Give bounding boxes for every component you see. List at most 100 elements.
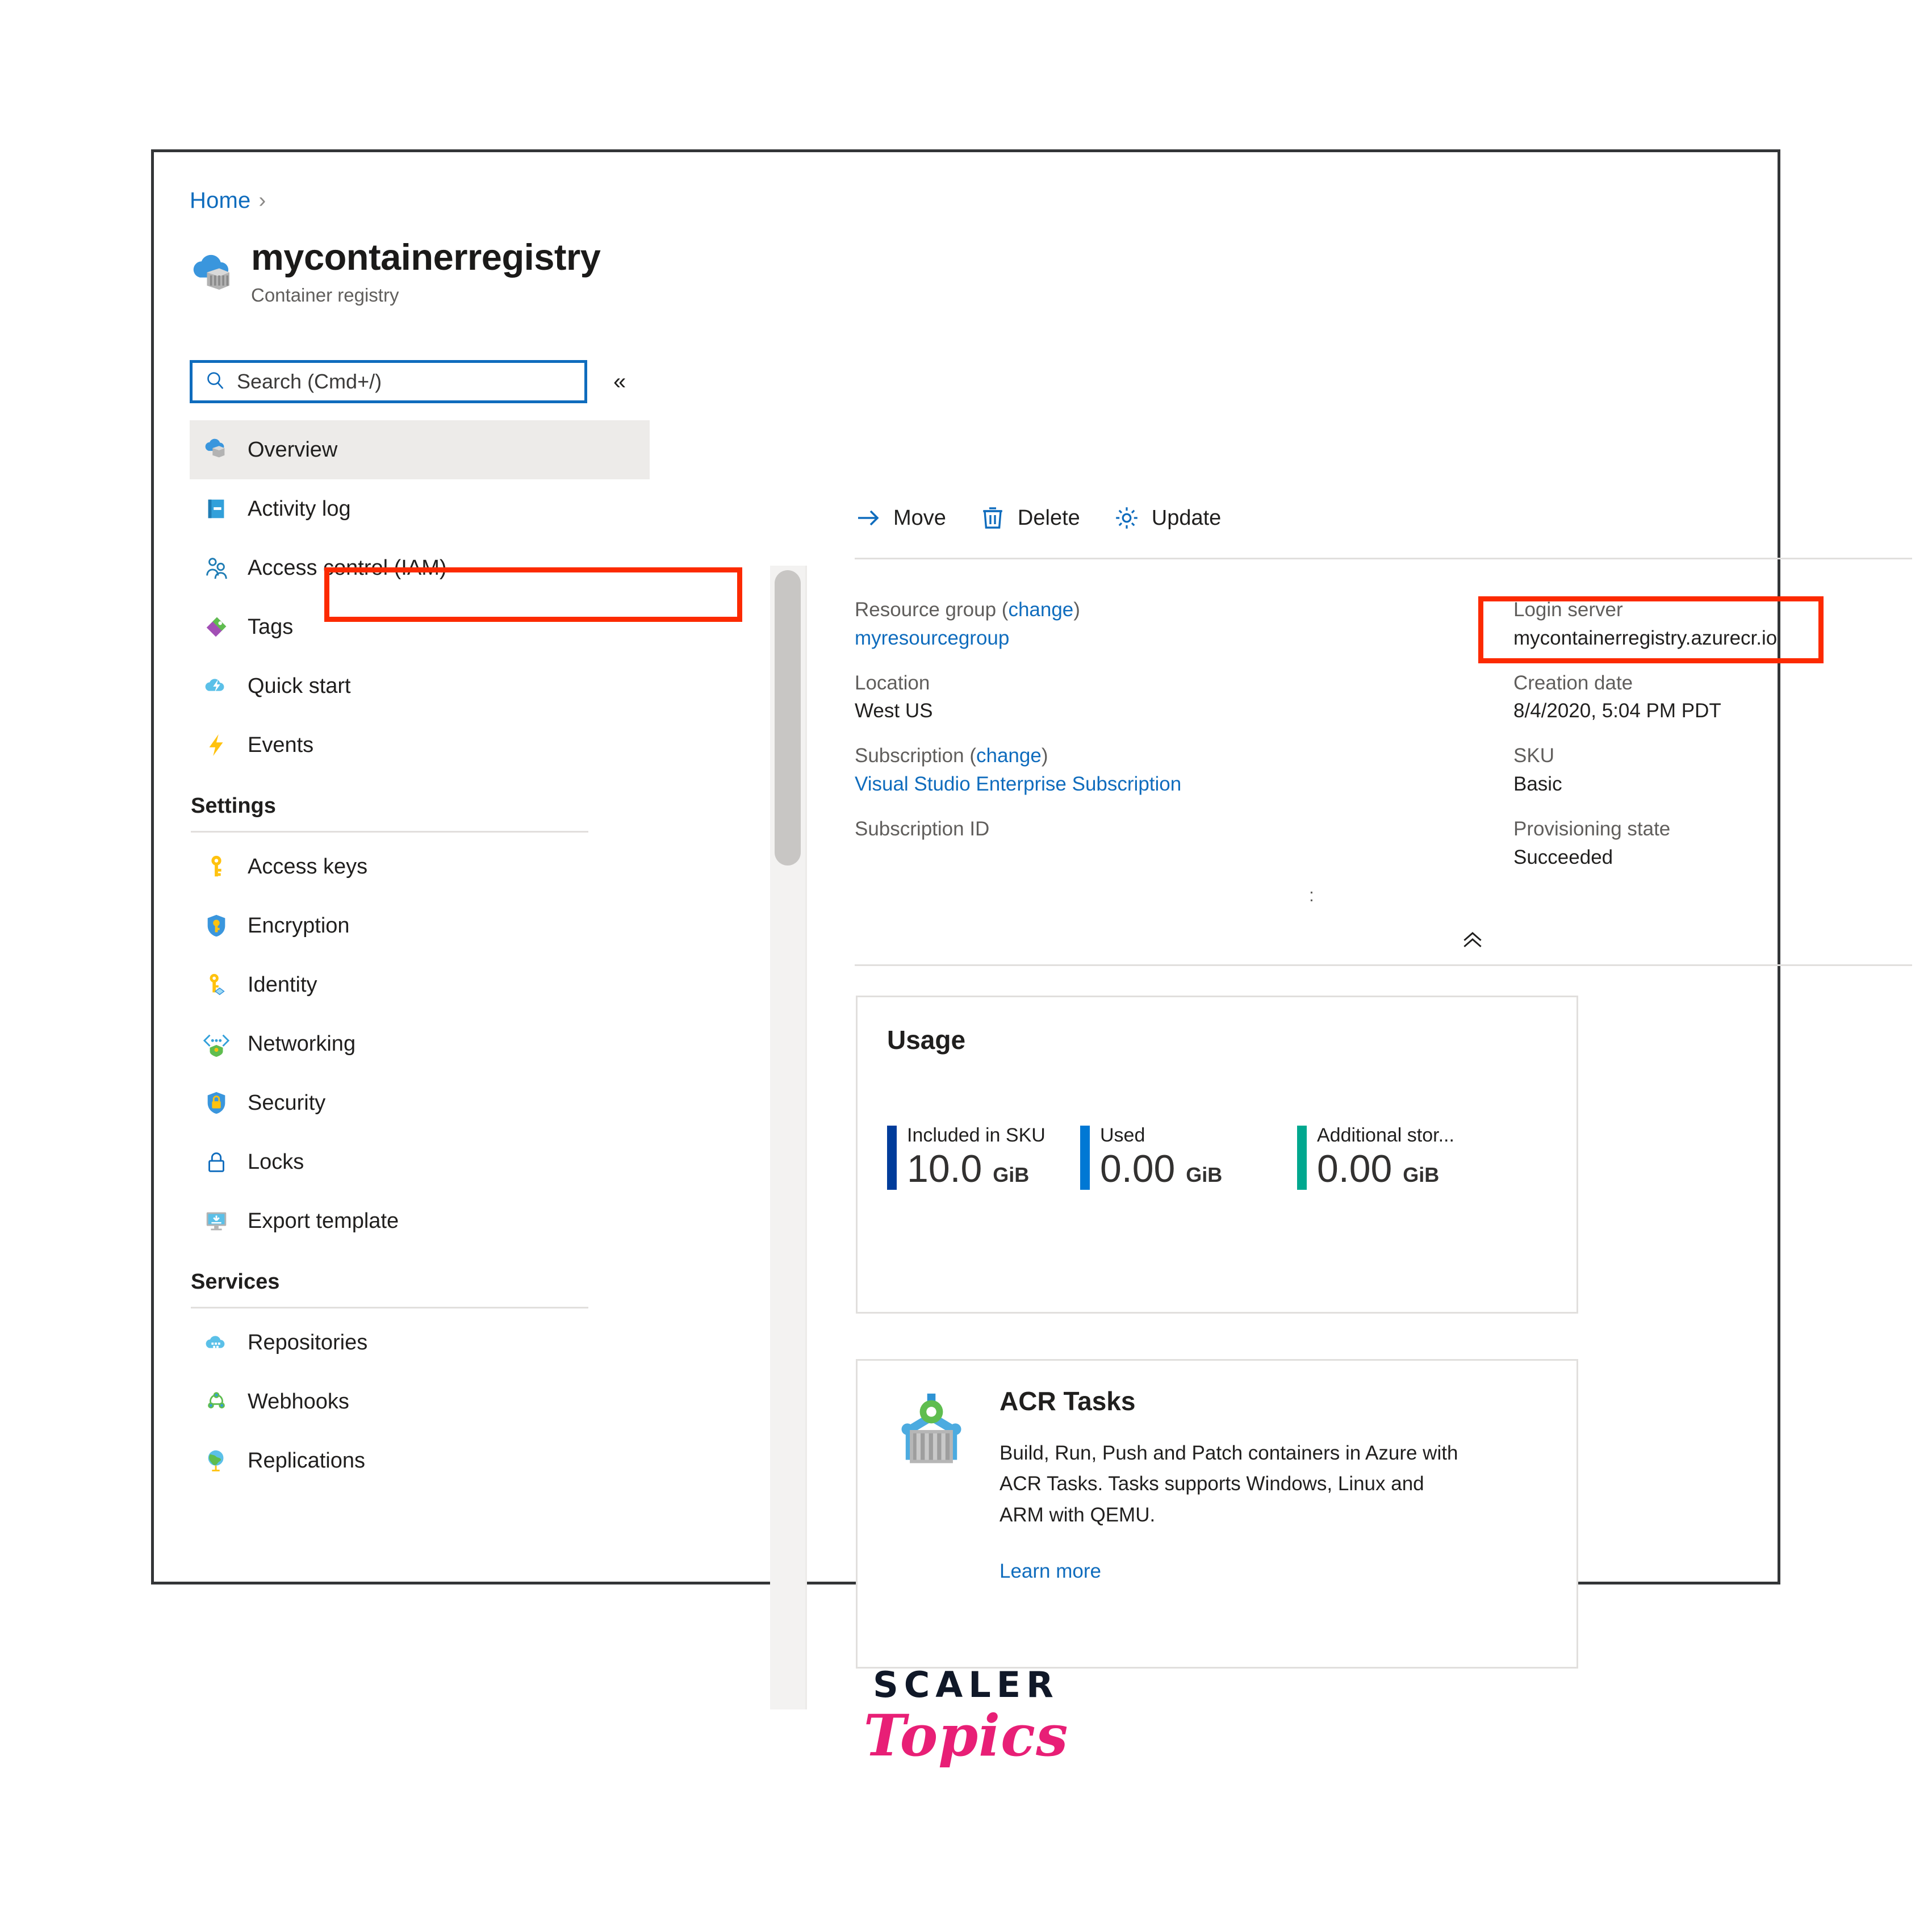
essentials-collapse-button[interactable] <box>1460 929 1485 954</box>
property-label: Resource group (change) <box>855 599 1080 621</box>
sidebar-item-label: Replications <box>248 1448 365 1473</box>
sidebar-item-tags[interactable]: Tags <box>190 597 650 657</box>
metric-unit: GiB <box>1186 1163 1223 1186</box>
screenshot-frame: Home › mycontainerregistry Container reg… <box>151 149 1912 1709</box>
sidebar-item-webhooks[interactable]: Webhooks <box>190 1372 650 1431</box>
activity-log-icon <box>203 496 229 522</box>
metric-label: Additional stor... <box>1317 1124 1454 1146</box>
property-sku: SKU Basic <box>1513 743 1911 797</box>
gear-icon <box>1113 504 1140 532</box>
sidebar-item-quick-start[interactable]: Quick start <box>190 657 650 716</box>
sidebar-item-label: Encryption <box>248 913 350 938</box>
location-value: West US <box>855 700 933 722</box>
metric-color-bar <box>1297 1126 1307 1190</box>
container-registry-icon <box>190 251 239 300</box>
sidebar-item-access-control[interactable]: Access control (IAM) <box>190 538 650 597</box>
search-placeholder: Search (Cmd+/) <box>237 370 382 393</box>
subscription-value-link[interactable]: Visual Studio Enterprise Subscription <box>855 772 1513 797</box>
acr-tasks-card: ACR Tasks Build, Run, Push and Patch con… <box>856 1359 1578 1669</box>
property-subscription-id: Subscription ID <box>855 817 1513 870</box>
property-label: Provisioning state <box>1513 817 1671 840</box>
page-subtitle: Container registry <box>251 285 399 306</box>
sidebar-item-label: Security <box>248 1090 326 1115</box>
sidebar-item-replications[interactable]: Replications <box>190 1431 650 1490</box>
sidebar-item-label: Networking <box>248 1031 356 1056</box>
sidebar-item-label: Access keys <box>248 854 368 879</box>
sidebar-group-divider <box>191 1307 588 1308</box>
collapse-sidebar-button[interactable]: « <box>613 370 626 393</box>
access-control-icon <box>203 555 229 581</box>
property-subscription: Subscription (change) Visual Studio Ente… <box>855 743 1513 797</box>
property-creation-date: Creation date 8/4/2020, 5:04 PM PDT <box>1513 671 1911 725</box>
property-provisioning-state: Provisioning state Succeeded <box>1513 817 1911 871</box>
sidebar-item-security[interactable]: Security <box>190 1073 650 1132</box>
metric-included-in-sku: Included in SKU 10.0 GiB <box>887 1125 1080 1190</box>
sidebar-search-row: Search (Cmd+/) « <box>190 360 626 403</box>
sidebar-item-label: Tags <box>248 614 294 639</box>
sidebar-item-locks[interactable]: Locks <box>190 1132 650 1191</box>
property-label: Creation date <box>1513 671 1633 694</box>
property-label: Location <box>855 671 930 694</box>
property-location: Location West US <box>855 671 1513 725</box>
acr-tasks-description: Build, Run, Push and Patch containers in… <box>1000 1442 1458 1526</box>
breadcrumb: Home › <box>190 188 266 214</box>
sidebar-divider <box>805 566 807 1709</box>
property-label: SKU <box>1513 745 1554 767</box>
subscription-change-link[interactable]: change <box>976 745 1042 767</box>
trash-icon <box>979 504 1006 532</box>
sidebar-item-events[interactable]: Events <box>190 716 650 775</box>
resource-group-value-link[interactable]: myresourcegroup <box>855 626 1513 651</box>
breadcrumb-home-link[interactable]: Home <box>190 188 251 214</box>
sidebar-item-activity-log[interactable]: Activity log <box>190 479 650 538</box>
property-login-server: Login server mycontainerregistry.azurecr… <box>1513 597 1911 651</box>
sidebar-scrollbar-thumb[interactable] <box>775 570 801 866</box>
breadcrumb-separator-icon: › <box>258 189 266 212</box>
sidebar-item-export-template[interactable]: Export template <box>190 1191 650 1251</box>
container-registry-icon <box>203 437 229 463</box>
resource-group-change-link[interactable]: change <box>1008 599 1073 621</box>
creation-date-value: 8/4/2020, 5:04 PM PDT <box>1513 700 1721 722</box>
metric-additional-storage: Additional stor... 0.00 GiB <box>1297 1124 1454 1190</box>
move-button[interactable]: Move <box>855 504 946 532</box>
lock-icon <box>203 1149 229 1175</box>
metric-value: 0.00 GiB <box>1100 1147 1223 1190</box>
essentials-left-column: Resource group (change) myresourcegroup … <box>855 597 1513 889</box>
key-icon <box>203 854 229 880</box>
scaler-topics-watermark: SCALER Topics <box>0 1664 1932 1769</box>
page-title: mycontainerregistry <box>251 236 601 278</box>
events-icon <box>203 732 229 758</box>
subscription-id-mask: : <box>1309 885 1314 905</box>
webhooks-icon <box>203 1389 229 1415</box>
search-input[interactable]: Search (Cmd+/) <box>190 360 587 403</box>
update-button[interactable]: Update <box>1113 504 1221 532</box>
sidebar-nav: Overview Activity log Access control (IA… <box>190 420 650 1490</box>
metric-value: 0.00 GiB <box>1317 1147 1440 1190</box>
sidebar-item-encryption[interactable]: Encryption <box>190 896 650 955</box>
sidebar-item-label: Export template <box>248 1209 399 1233</box>
encryption-shield-icon <box>203 913 229 939</box>
sidebar-group-settings-title: Settings <box>191 794 276 818</box>
sidebar-group-divider <box>191 831 588 833</box>
sidebar-item-identity[interactable]: Identity <box>190 955 650 1014</box>
property-resource-group: Resource group (change) myresourcegroup <box>855 597 1513 651</box>
sidebar-item-access-keys[interactable]: Access keys <box>190 837 650 896</box>
acr-tasks-crane-icon <box>892 1390 971 1470</box>
acr-tasks-learn-more-link[interactable]: Learn more <box>1000 1560 1101 1583</box>
metric-label: Used <box>1100 1124 1145 1146</box>
subscription-id-value <box>855 845 1513 870</box>
sidebar-item-repositories[interactable]: Repositories <box>190 1313 650 1372</box>
essentials-divider <box>855 964 1912 966</box>
sidebar-item-overview[interactable]: Overview <box>190 420 650 479</box>
metric-unit: GiB <box>993 1163 1030 1186</box>
sidebar-item-label: Events <box>248 733 314 757</box>
delete-button-label: Delete <box>1017 505 1080 530</box>
sidebar-item-networking[interactable]: Networking <box>190 1014 650 1073</box>
watermark-scaler-text: SCALER <box>873 1664 1059 1705</box>
move-button-label: Move <box>893 505 946 530</box>
tags-icon <box>203 614 229 640</box>
networking-icon <box>203 1031 229 1057</box>
identity-key-icon <box>203 972 229 998</box>
sidebar-item-label: Access control (IAM) <box>248 555 447 580</box>
delete-button[interactable]: Delete <box>979 504 1080 532</box>
essentials-panel: Resource group (change) myresourcegroup … <box>855 597 1912 889</box>
